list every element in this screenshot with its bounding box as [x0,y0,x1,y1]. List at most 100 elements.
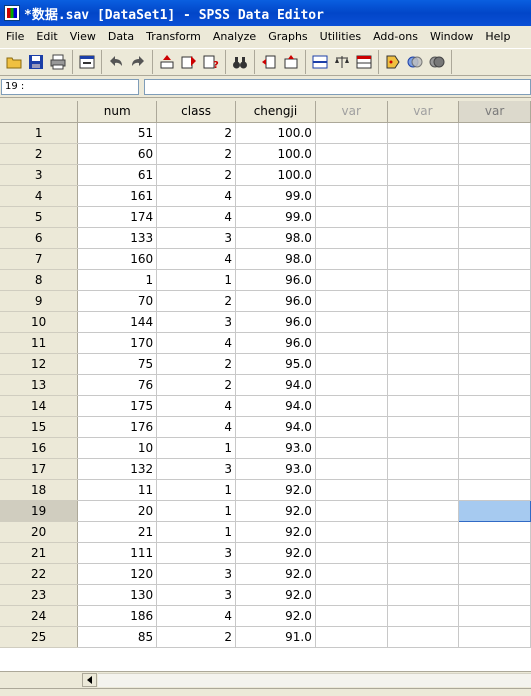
cell-chengji[interactable]: 99.0 [235,185,316,207]
cell-var[interactable] [315,542,388,564]
menu-transform[interactable]: Transform [140,26,207,48]
cell-var[interactable] [315,206,388,228]
cell-num[interactable]: 70 [77,290,158,312]
cell-class[interactable]: 2 [156,143,237,165]
cell-chengji[interactable]: 94.0 [235,395,316,417]
cell-num[interactable]: 133 [77,227,158,249]
cell-var[interactable] [387,143,460,165]
cell-class[interactable]: 2 [156,353,237,375]
cell-chengji[interactable]: 92.0 [235,605,316,627]
cell-var[interactable] [315,311,388,333]
cell-class[interactable]: 4 [156,395,237,417]
row-header[interactable]: 5 [0,206,79,228]
cell-var[interactable] [458,290,531,312]
cell-chengji[interactable]: 91.0 [235,626,316,648]
cell-class[interactable]: 1 [156,479,237,501]
cell-class[interactable]: 1 [156,500,237,522]
row-header[interactable]: 16 [0,437,79,459]
cell-var[interactable] [458,332,531,354]
cell-reference-field[interactable]: 19 : [1,79,139,95]
cell-chengji[interactable]: 99.0 [235,206,316,228]
cell-chengji[interactable]: 100.0 [235,122,316,144]
menu-view[interactable]: View [64,26,102,48]
cell-var[interactable] [387,185,460,207]
cell-num[interactable]: 111 [77,542,158,564]
cell-var[interactable] [458,479,531,501]
cell-var[interactable] [458,227,531,249]
cell-chengji[interactable]: 92.0 [235,521,316,543]
cell-var[interactable] [315,353,388,375]
cell-chengji[interactable]: 100.0 [235,164,316,186]
cell-var[interactable] [387,332,460,354]
scrollbar-track[interactable] [98,673,531,687]
cell-var[interactable] [387,500,460,522]
cell-var[interactable] [315,164,388,186]
cell-var[interactable] [387,563,460,585]
open-folder-button[interactable] [4,52,24,72]
cell-var[interactable] [458,499,531,522]
cell-class[interactable]: 3 [156,227,237,249]
cell-var[interactable] [458,206,531,228]
cell-chengji[interactable]: 93.0 [235,458,316,480]
cell-class[interactable]: 4 [156,332,237,354]
cell-var[interactable] [458,164,531,186]
binoculars-button[interactable] [230,52,250,72]
cell-chengji[interactable]: 95.0 [235,353,316,375]
cell-var[interactable] [458,374,531,396]
menu-data[interactable]: Data [102,26,140,48]
cell-var[interactable] [315,416,388,438]
row-header[interactable]: 7 [0,248,79,270]
cell-class[interactable]: 3 [156,563,237,585]
menu-window[interactable]: Window [424,26,479,48]
row-header[interactable]: 18 [0,479,79,501]
row-header[interactable]: 24 [0,605,79,627]
var-column-header[interactable]: var [315,101,388,123]
cell-chengji[interactable]: 98.0 [235,248,316,270]
cell-var[interactable] [458,584,531,606]
cell-var[interactable] [315,563,388,585]
cell-var[interactable] [315,143,388,165]
cell-var[interactable] [387,374,460,396]
cell-num[interactable]: 21 [77,521,158,543]
cell-var[interactable] [315,185,388,207]
cell-chengji[interactable]: 93.0 [235,437,316,459]
row-header[interactable]: 10 [0,311,79,333]
cell-var[interactable] [315,227,388,249]
row-header[interactable]: 3 [0,164,79,186]
cell-class[interactable]: 4 [156,185,237,207]
use-sets-button[interactable] [405,52,425,72]
cell-var[interactable] [315,479,388,501]
print-button[interactable] [48,52,68,72]
cell-var[interactable] [387,269,460,291]
cell-num[interactable]: 132 [77,458,158,480]
cell-var[interactable] [315,332,388,354]
cell-class[interactable]: 1 [156,269,237,291]
cell-var[interactable] [458,353,531,375]
cell-var[interactable] [387,584,460,606]
menu-graphs[interactable]: Graphs [262,26,313,48]
cell-class[interactable]: 1 [156,437,237,459]
goto-case-button[interactable] [157,52,177,72]
cell-value-field[interactable] [144,79,531,95]
variables-button[interactable] [179,52,199,72]
horizontal-scrollbar[interactable] [0,671,531,688]
cell-num[interactable]: 10 [77,437,158,459]
cell-chengji[interactable]: 96.0 [235,290,316,312]
cell-class[interactable]: 2 [156,122,237,144]
cell-chengji[interactable]: 96.0 [235,269,316,291]
cell-var[interactable] [387,416,460,438]
cell-class[interactable]: 3 [156,542,237,564]
cell-class[interactable]: 4 [156,206,237,228]
menu-utilities[interactable]: Utilities [314,26,367,48]
cell-class[interactable]: 2 [156,164,237,186]
cell-num[interactable]: 20 [77,500,158,522]
cell-var[interactable] [387,248,460,270]
row-header[interactable]: 13 [0,374,79,396]
cell-var[interactable] [458,563,531,585]
select-cases-button[interactable] [354,52,374,72]
cell-var[interactable] [387,395,460,417]
cell-num[interactable]: 60 [77,143,158,165]
row-header[interactable]: 11 [0,332,79,354]
cell-var[interactable] [387,227,460,249]
split-file-button[interactable] [310,52,330,72]
